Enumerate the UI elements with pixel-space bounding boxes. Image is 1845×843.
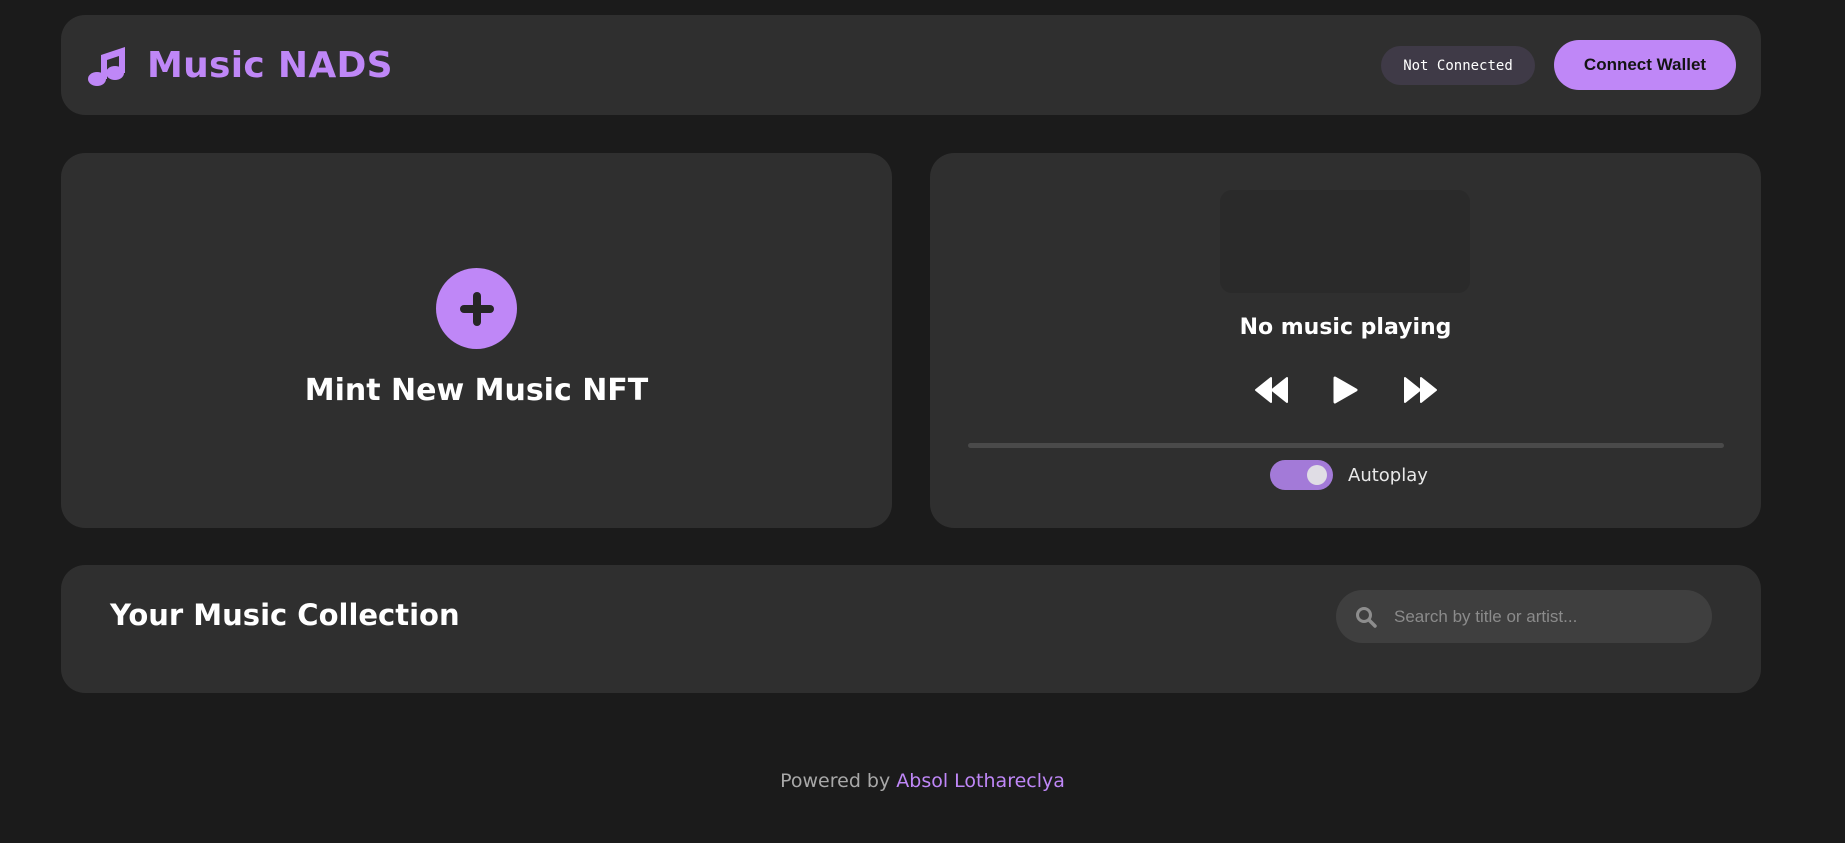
author-link[interactable]: Absol Lothareclya bbox=[896, 770, 1065, 792]
app-page: Music NADS Not Connected Connect Wallet … bbox=[0, 0, 1845, 843]
footer: Powered by Absol Lothareclya bbox=[0, 770, 1845, 792]
search-icon bbox=[1336, 606, 1377, 628]
app-title: Music NADS bbox=[147, 44, 393, 86]
playback-progress-bar[interactable] bbox=[968, 443, 1724, 448]
album-cover-placeholder bbox=[1220, 190, 1470, 293]
now-playing-title: No music playing bbox=[1239, 315, 1452, 340]
music-note-icon bbox=[85, 43, 129, 87]
plus-icon bbox=[456, 288, 498, 330]
mint-title: Mint New Music NFT bbox=[304, 373, 649, 408]
mint-add-button[interactable] bbox=[436, 268, 517, 349]
play-icon bbox=[1331, 375, 1359, 405]
mint-card[interactable]: Mint New Music NFT bbox=[61, 153, 892, 528]
logo: Music NADS bbox=[85, 43, 393, 87]
search-input[interactable] bbox=[1394, 606, 1694, 627]
previous-track-button[interactable] bbox=[1254, 375, 1290, 405]
collection-title: Your Music Collection bbox=[110, 598, 460, 632]
search-box[interactable] bbox=[1336, 590, 1712, 643]
connection-status-badge: Not Connected bbox=[1381, 46, 1535, 85]
music-collection-section: Your Music Collection bbox=[61, 565, 1761, 693]
connect-wallet-button[interactable]: Connect Wallet bbox=[1554, 40, 1736, 90]
autoplay-toggle[interactable] bbox=[1270, 460, 1333, 490]
autoplay-label: Autoplay bbox=[1348, 464, 1428, 486]
header-bar: Music NADS Not Connected Connect Wallet bbox=[61, 15, 1761, 115]
rewind-icon bbox=[1254, 375, 1290, 405]
play-button[interactable] bbox=[1331, 375, 1359, 405]
autoplay-control: Autoplay bbox=[1270, 460, 1428, 490]
footer-prefix: Powered by bbox=[780, 770, 897, 792]
next-track-button[interactable] bbox=[1402, 375, 1438, 405]
autoplay-toggle-knob bbox=[1307, 465, 1327, 485]
music-player-card: No music playing Autoplay bbox=[930, 153, 1761, 528]
fast-forward-icon bbox=[1402, 375, 1438, 405]
